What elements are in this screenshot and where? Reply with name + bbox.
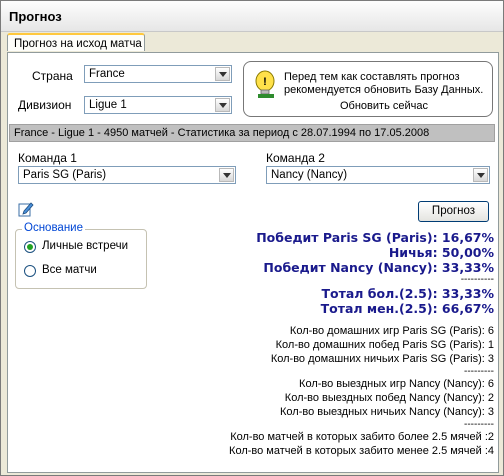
basis-group: Основание Личные встречи Все матчи [15,222,147,289]
stat-home-wins: Кол-во домашних побед Paris SG (Paris): … [275,339,494,351]
team2-select[interactable]: Nancy (Nancy) [266,166,490,184]
forecast-window: Прогноз Прогноз на исход матча Страна Fr… [0,0,504,476]
country-select[interactable]: France [84,65,232,83]
warning-lightbulb-icon: ! [252,70,278,103]
result-separator: ---------- [460,274,494,285]
radio-personal-meetings-label[interactable]: Личные встречи [42,240,128,252]
basis-legend: Основание [22,222,85,234]
division-label: Дивизион [18,98,72,112]
notice-message: Перед тем как составлять прогноз рекомен… [284,71,484,96]
update-notice: ! Перед тем как составлять прогноз реком… [243,61,493,117]
stat-away-wins: Кол-во выездных побед Nancy (Nancy): 2 [284,392,494,404]
chevron-down-icon[interactable] [219,168,234,182]
stat-under-matches: Кол-во матчей в которых забито менее 2.5… [229,445,494,457]
chevron-down-icon[interactable] [215,67,230,81]
radio-all-matches[interactable] [24,265,36,277]
svg-text:!: ! [263,76,267,88]
result-draw: Ничья: 50,00% [388,245,494,260]
tab-panel: Страна France Дивизион Ligue 1 ! Перед т… [7,52,499,473]
edit-icon[interactable] [18,201,34,220]
result-total-over: Тотал бол.(2.5): 33,33% [321,286,494,301]
stat-away-games: Кол-во выездных игр Nancy (Nancy): 6 [299,378,494,390]
chevron-down-icon[interactable] [473,168,488,182]
stat-over-matches: Кол-во матчей в которых забито более 2.5… [230,431,494,443]
radio-all-matches-label[interactable]: Все матчи [42,264,97,276]
result-win2: Победит Nancy (Nancy): 33,33% [263,260,494,275]
stat-away-draws: Кол-во выездных ничьих Nancy (Nancy): 3 [280,406,494,418]
tab-match-forecast[interactable]: Прогноз на исход матча [7,33,145,51]
team1-label: Команда 1 [18,151,77,165]
country-label: Страна [32,69,73,83]
title-bar: Прогноз [1,1,503,32]
info-bar: France - Ligue 1 - 4950 матчей - Статист… [9,124,495,142]
team1-select[interactable]: Paris SG (Paris) [18,166,236,184]
result-total-under: Тотал мен.(2.5): 66,67% [320,301,494,316]
result-win1: Победит Paris SG (Paris): 16,67% [256,230,494,245]
window-title: Прогноз [9,9,62,24]
update-now-link[interactable]: Обновить сейчас [284,100,484,112]
radio-personal-meetings[interactable] [24,241,36,253]
stat-home-games: Кол-во домашних игр Paris SG (Paris): 6 [289,325,494,337]
stat-separator-1: --------- [464,366,494,377]
stat-home-draws: Кол-во домашних ничьих Paris SG (Paris):… [270,353,494,365]
country-value: France [89,68,125,80]
team2-label: Команда 2 [266,151,325,165]
team2-value: Nancy (Nancy) [271,169,348,181]
team1-value: Paris SG (Paris) [23,169,107,181]
stat-separator-2: --------- [464,419,494,430]
division-value: Ligue 1 [89,99,127,111]
chevron-down-icon[interactable] [215,98,230,112]
predict-button[interactable]: Прогноз [418,201,489,222]
division-select[interactable]: Ligue 1 [84,96,232,114]
